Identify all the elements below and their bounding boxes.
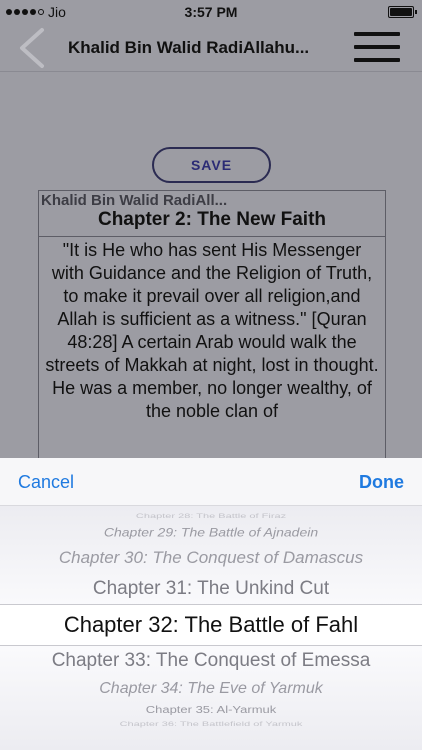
battery-icon xyxy=(388,6,417,18)
nav-bar: Khalid Bin Walid RadiAllahu... xyxy=(0,24,422,72)
picker-row[interactable]: Chapter 29: The Battle of Ajnadein xyxy=(0,525,422,539)
status-bar: Jio 3:57 PM xyxy=(0,0,422,24)
back-button[interactable] xyxy=(14,26,50,70)
book-text[interactable]: "It is He who has sent His Messenger wit… xyxy=(39,237,385,425)
nav-title: Khalid Bin Walid RadiAllahu... xyxy=(68,38,310,57)
picker-row[interactable]: Chapter 36: The Battlefield of Yarmuk xyxy=(0,720,422,727)
chevron-left-icon xyxy=(20,28,44,68)
picker-row[interactable]: Chapter 34: The Eve of Yarmuk xyxy=(0,680,422,698)
book-title: Khalid Bin Walid RadiAll... xyxy=(41,192,228,209)
chapter-title: Chapter 2: The New Faith xyxy=(97,209,327,230)
book-header: Khalid Bin Walid RadiAll... Chapter 2: T… xyxy=(39,191,385,237)
chapter-picker-sheet: Cancel Done Chapter 28: The Battle of Fi… xyxy=(0,458,422,750)
picker-row[interactable]: Chapter 31: The Unkind Cut xyxy=(0,578,422,600)
picker-row-selected[interactable]: Chapter 32: The Battle of Fahl xyxy=(0,612,422,638)
menu-button[interactable] xyxy=(354,32,400,62)
picker-row[interactable]: Chapter 35: Al-Yarmuk xyxy=(0,704,422,716)
chapter-picker[interactable]: Chapter 28: The Battle of Firaz Chapter … xyxy=(0,506,422,750)
picker-row[interactable]: Chapter 33: The Conquest of Emessa xyxy=(0,650,422,672)
status-time: 3:57 PM xyxy=(184,4,238,20)
picker-row[interactable]: Chapter 30: The Conquest of Damascus xyxy=(0,548,422,568)
menu-icon-bar xyxy=(354,58,400,62)
save-button[interactable]: SAVE xyxy=(152,147,271,183)
picker-toolbar: Cancel Done xyxy=(0,458,422,506)
book-panel: Khalid Bin Walid RadiAll... Chapter 2: T… xyxy=(38,190,386,470)
picker-row[interactable]: Chapter 28: The Battle of Firaz xyxy=(0,512,422,519)
cancel-button[interactable]: Cancel xyxy=(18,472,74,493)
menu-icon-bar xyxy=(354,45,400,49)
menu-icon-bar xyxy=(354,32,400,36)
done-button[interactable]: Done xyxy=(359,472,404,493)
